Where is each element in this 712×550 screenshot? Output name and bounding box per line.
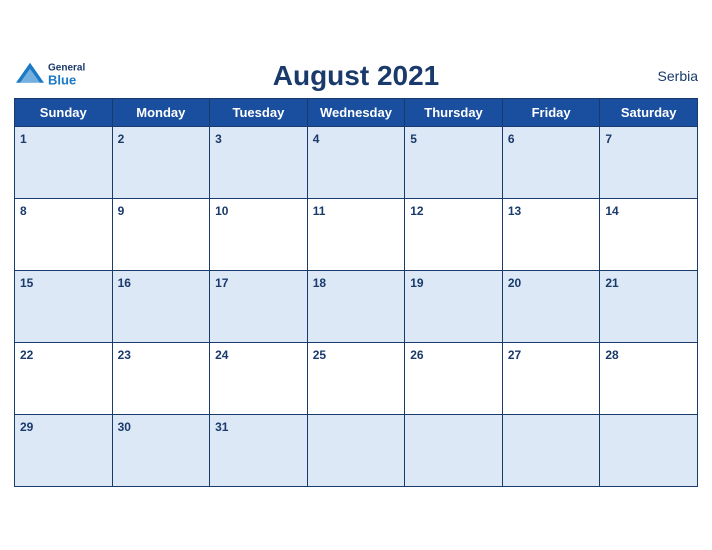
calendar-cell: 6 (502, 126, 600, 198)
date-number: 28 (605, 348, 618, 362)
calendar-cell: 2 (112, 126, 210, 198)
calendar-cell: 27 (502, 342, 600, 414)
logo-icon (14, 60, 46, 91)
date-number: 16 (118, 276, 131, 290)
date-number: 27 (508, 348, 521, 362)
header-friday: Friday (502, 98, 600, 126)
calendar-header: General Blue August 2021 Serbia (14, 60, 698, 92)
calendar-week-row-5: 29 30 31 (15, 414, 698, 486)
weekday-header-row: Sunday Monday Tuesday Wednesday Thursday… (15, 98, 698, 126)
date-number: 2 (118, 132, 125, 146)
calendar-cell: 7 (600, 126, 698, 198)
calendar-cell: 17 (210, 270, 308, 342)
calendar-cell: 30 (112, 414, 210, 486)
date-number: 24 (215, 348, 228, 362)
calendar-week-row-4: 22 23 24 25 26 27 28 (15, 342, 698, 414)
date-number: 21 (605, 276, 618, 290)
calendar-cell: 12 (405, 198, 503, 270)
calendar-cell: 8 (15, 198, 113, 270)
date-number: 10 (215, 204, 228, 218)
calendar-cell: 20 (502, 270, 600, 342)
calendar-week-row-2: 8 9 10 11 12 13 14 (15, 198, 698, 270)
calendar-cell: 18 (307, 270, 405, 342)
logo-blue-text: Blue (48, 74, 85, 88)
calendar-cell (307, 414, 405, 486)
calendar-cell: 14 (600, 198, 698, 270)
date-number: 15 (20, 276, 33, 290)
date-number: 19 (410, 276, 423, 290)
date-number: 13 (508, 204, 521, 218)
country-label: Serbia (658, 68, 698, 84)
date-number: 25 (313, 348, 326, 362)
date-number: 31 (215, 420, 228, 434)
date-number: 30 (118, 420, 131, 434)
date-number: 3 (215, 132, 222, 146)
calendar-cell: 4 (307, 126, 405, 198)
calendar-week-row-1: 1 2 3 4 5 6 7 (15, 126, 698, 198)
calendar-container: General Blue August 2021 Serbia Sunday M… (0, 50, 712, 501)
logo: General Blue (14, 60, 85, 91)
calendar-cell: 1 (15, 126, 113, 198)
calendar-cell: 16 (112, 270, 210, 342)
date-number: 17 (215, 276, 228, 290)
calendar-cell: 22 (15, 342, 113, 414)
calendar-cell: 15 (15, 270, 113, 342)
header-tuesday: Tuesday (210, 98, 308, 126)
header-saturday: Saturday (600, 98, 698, 126)
calendar-cell: 31 (210, 414, 308, 486)
date-number: 4 (313, 132, 320, 146)
calendar-cell: 29 (15, 414, 113, 486)
date-number: 11 (313, 204, 326, 218)
date-number: 26 (410, 348, 423, 362)
header-monday: Monday (112, 98, 210, 126)
calendar-cell: 28 (600, 342, 698, 414)
calendar-cell: 25 (307, 342, 405, 414)
date-number: 12 (410, 204, 423, 218)
calendar-cell: 3 (210, 126, 308, 198)
date-number: 6 (508, 132, 515, 146)
calendar-cell: 26 (405, 342, 503, 414)
calendar-cell: 13 (502, 198, 600, 270)
header-thursday: Thursday (405, 98, 503, 126)
date-number: 5 (410, 132, 417, 146)
calendar-cell: 23 (112, 342, 210, 414)
date-number: 1 (20, 132, 27, 146)
calendar-cell: 21 (600, 270, 698, 342)
logo-general-text: General (48, 63, 85, 74)
calendar-cell (600, 414, 698, 486)
calendar-cell: 9 (112, 198, 210, 270)
date-number: 23 (118, 348, 131, 362)
calendar-cell (405, 414, 503, 486)
date-number: 29 (20, 420, 33, 434)
calendar-cell: 11 (307, 198, 405, 270)
date-number: 18 (313, 276, 326, 290)
date-number: 7 (605, 132, 612, 146)
calendar-title: August 2021 (14, 60, 698, 92)
calendar-week-row-3: 15 16 17 18 19 20 21 (15, 270, 698, 342)
calendar-cell: 19 (405, 270, 503, 342)
date-number: 22 (20, 348, 33, 362)
header-sunday: Sunday (15, 98, 113, 126)
calendar-cell: 10 (210, 198, 308, 270)
date-number: 14 (605, 204, 618, 218)
date-number: 9 (118, 204, 125, 218)
calendar-cell: 5 (405, 126, 503, 198)
calendar-table: Sunday Monday Tuesday Wednesday Thursday… (14, 98, 698, 487)
date-number: 8 (20, 204, 27, 218)
date-number: 20 (508, 276, 521, 290)
calendar-cell (502, 414, 600, 486)
calendar-cell: 24 (210, 342, 308, 414)
header-wednesday: Wednesday (307, 98, 405, 126)
